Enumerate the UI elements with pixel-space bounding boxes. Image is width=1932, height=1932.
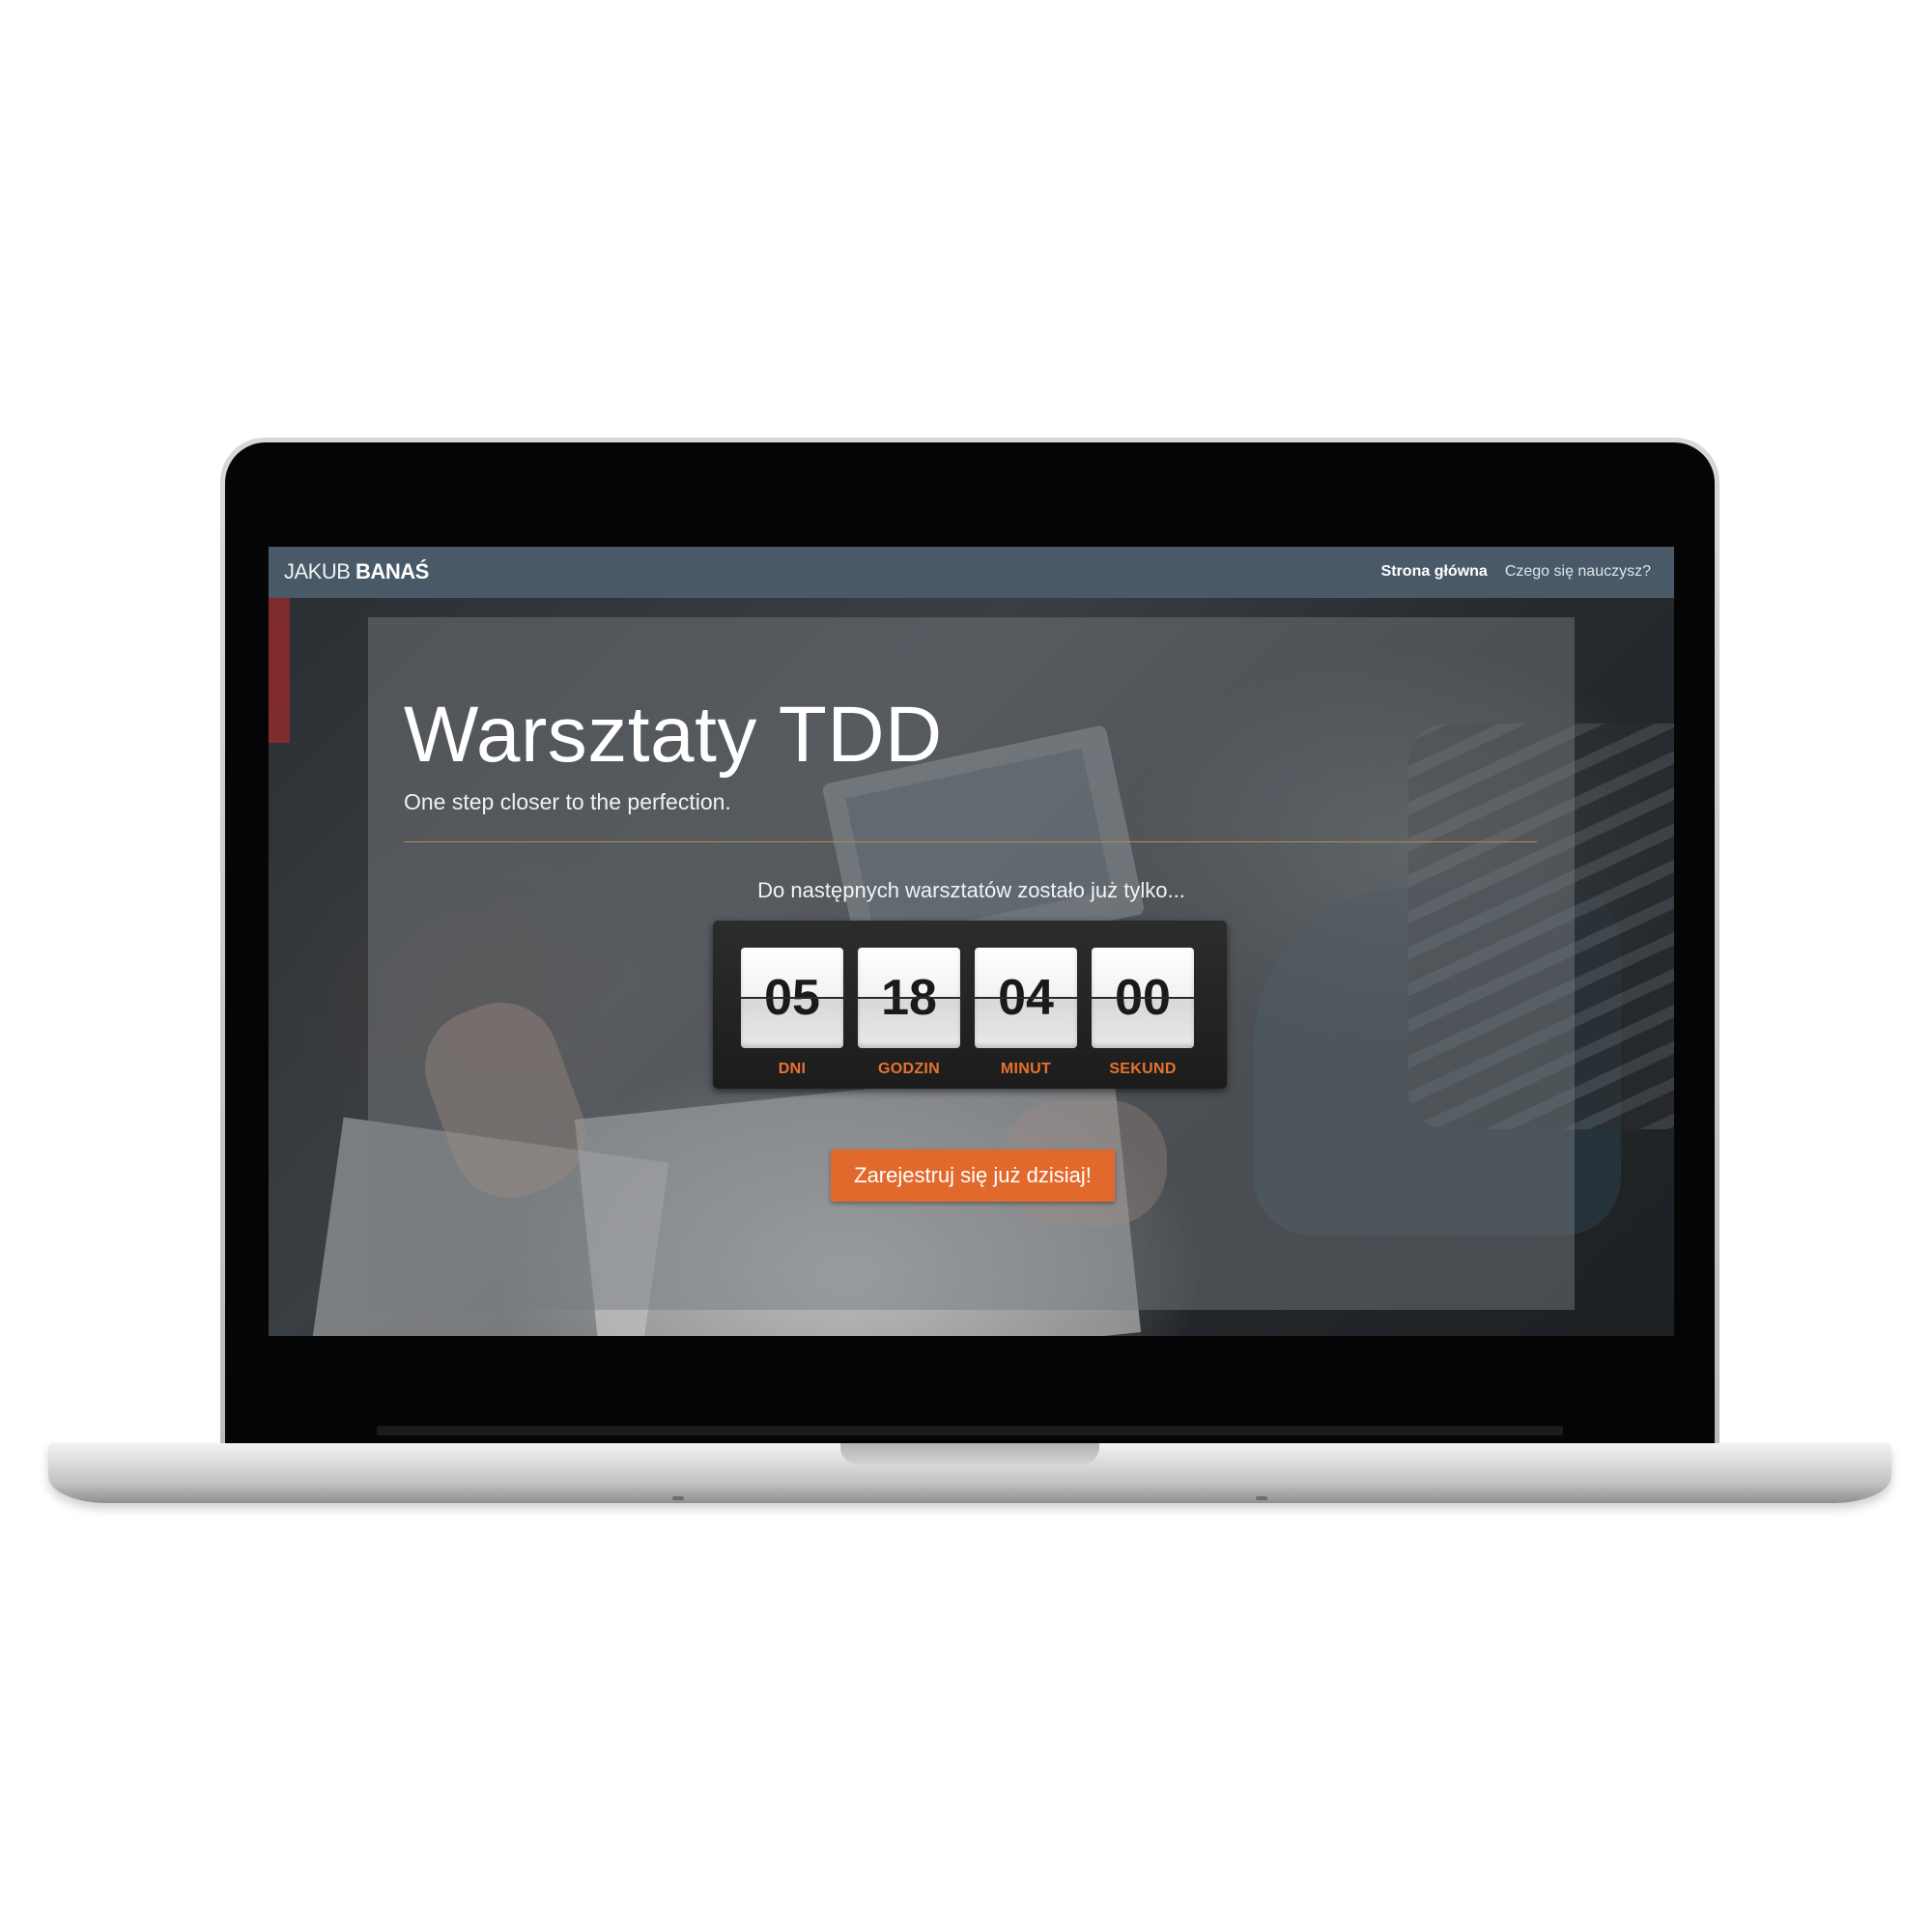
countdown-days-label: DNI (778, 1061, 807, 1077)
countdown-minutes-label: MINUT (1000, 1061, 1052, 1077)
countdown-label: Do następnych warsztatów zostało już tyl… (757, 878, 1185, 902)
countdown-days: 05 DNI (737, 948, 847, 1078)
hero-divider (404, 841, 1537, 842)
brand-logo[interactable]: JAKUB BANAŚ (284, 559, 429, 584)
register-button[interactable]: Zarejestruj się już dzisiaj! (831, 1150, 1115, 1202)
laptop-base-notch (840, 1443, 1099, 1464)
brand-last-name: BANAŚ (355, 559, 429, 583)
countdown-hours-label: GODZIN (877, 1061, 941, 1077)
countdown-seconds: 00 SEKUND (1088, 948, 1198, 1078)
countdown-seconds-label: SEKUND (1109, 1061, 1177, 1077)
navbar: JAKUB BANAŚ Strona główna Czego się nauc… (269, 547, 1674, 598)
page-subtitle: One step closer to the perfection. (404, 789, 731, 814)
laptop-foot-left (672, 1496, 684, 1500)
nav-link-what-you-learn[interactable]: Czego się nauczysz? (1505, 563, 1651, 581)
countdown-hours-value: 18 (854, 948, 964, 1048)
countdown-days-value: 05 (737, 948, 847, 1048)
bezel-hinge-strip (377, 1426, 1563, 1435)
page-title: Warsztaty TDD (404, 691, 943, 779)
countdown-minutes-value: 04 (971, 948, 1081, 1048)
brand-first-name: JAKUB (284, 559, 351, 583)
nav-link-home[interactable]: Strona główna (1381, 563, 1488, 581)
hero-content: Warsztaty TDD One step closer to the per… (368, 617, 1575, 1310)
nav-links: Strona główna Czego się nauczysz? (1381, 563, 1651, 581)
photo-red-strap (269, 598, 290, 743)
countdown-hours: 18 GODZIN (854, 948, 964, 1078)
countdown-seconds-value: 00 (1088, 948, 1198, 1048)
laptop-foot-right (1256, 1496, 1267, 1500)
countdown-minutes: 04 MINUT (971, 948, 1081, 1078)
countdown-clock: 05 DNI 18 GODZIN 04 MINUT 00 SEKUND (713, 921, 1227, 1089)
laptop-screen: JAKUB BANAŚ Strona główna Czego się nauc… (269, 547, 1674, 1336)
